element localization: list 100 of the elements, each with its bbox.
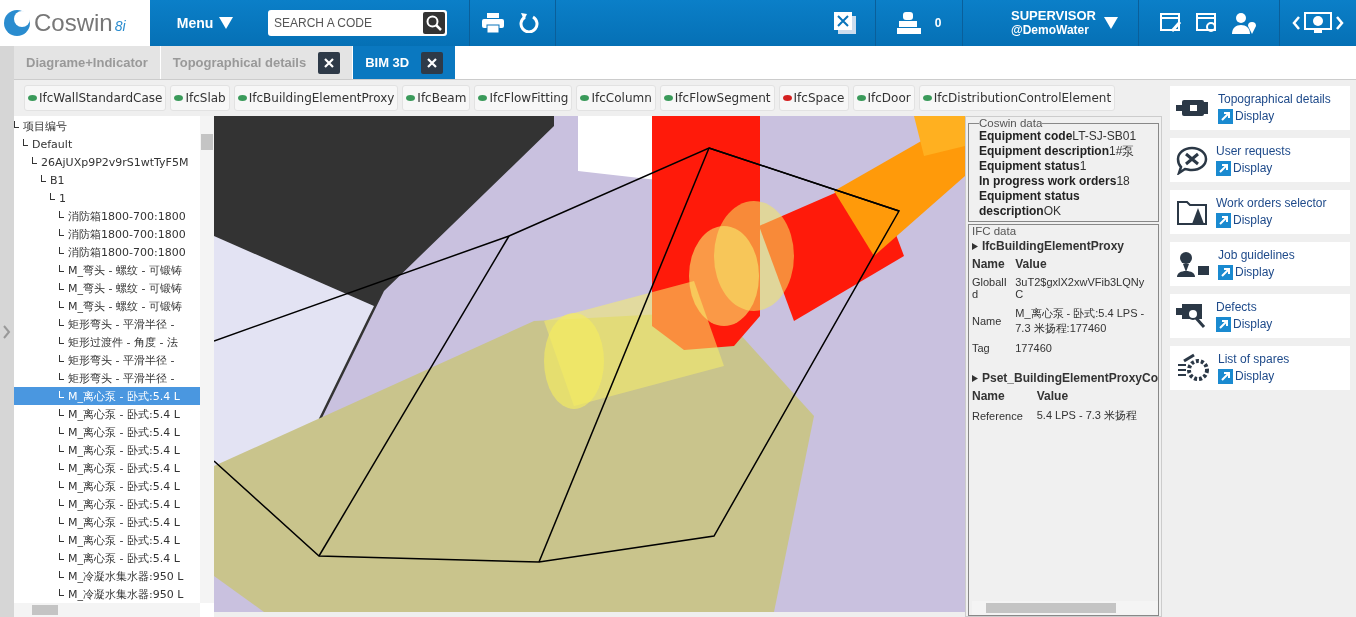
layer-filter-chip[interactable]: IfcBeam	[402, 85, 471, 111]
display-link[interactable]: Display	[1218, 264, 1295, 281]
tree-item[interactable]: M_离心泵 - 卧式:5.4 L	[14, 549, 200, 567]
tree-item[interactable]: M_弯头 - 螺纹 - 可锻铸	[14, 279, 200, 297]
filter-label: IfcDistributionControlElement	[933, 91, 1112, 105]
tree-item[interactable]: 矩形弯头 - 平滑半径 -	[14, 351, 200, 369]
user-menu[interactable]: SUPERVISOR @DemoWater	[963, 9, 1138, 37]
card-title: Job guidelines	[1218, 247, 1295, 264]
close-button[interactable]	[421, 51, 444, 74]
equipment-field: Equipment description1#泵	[979, 144, 1154, 159]
card-title: Topographical details	[1218, 91, 1331, 108]
tree-item[interactable]: M_离心泵 - 卧式:5.4 L	[14, 441, 200, 459]
filter-label: IfcColumn	[591, 91, 652, 105]
display-link[interactable]: Display	[1218, 108, 1331, 125]
display-link[interactable]: Display	[1216, 160, 1291, 177]
search-icon	[426, 15, 442, 31]
layer-filter-chip[interactable]: IfcFlowFitting	[474, 85, 573, 111]
property-value: 5.4 LPS - 7.3 米扬程	[1036, 408, 1138, 423]
vertical-scrollbar[interactable]	[200, 116, 214, 603]
external-link-icon	[1218, 109, 1233, 124]
layer-filter-chip[interactable]: IfcWallStandardCase	[24, 85, 167, 111]
tree-item[interactable]: M_离心泵 - 卧式:5.4 L	[14, 531, 200, 549]
tree-item[interactable]: M_弯头 - 螺纹 - 可锻铸	[14, 297, 200, 315]
menu-button[interactable]: Menu	[150, 0, 260, 46]
filter-label: IfcFlowFitting	[489, 91, 569, 105]
person-icon	[1176, 250, 1210, 278]
tree-item[interactable]: M_冷凝水集水器:950 L	[14, 567, 200, 585]
chevron-left-icon	[1292, 16, 1300, 30]
column-header: Name	[972, 387, 1037, 405]
spares-icon	[1176, 353, 1210, 383]
filter-label: IfcBuildingElementProxy	[248, 91, 395, 105]
refresh-icon	[519, 13, 539, 33]
close-icon	[427, 57, 438, 68]
tree-item[interactable]: M_离心泵 - 卧式:5.4 L	[14, 477, 200, 495]
filter-label: IfcSpace	[793, 91, 845, 105]
card-title: List of spares	[1218, 351, 1290, 368]
filter-label: IfcDoor	[867, 91, 911, 105]
property-name: Tag	[972, 341, 991, 356]
equipment-field: Equipment codeLT-SJ-SB01	[979, 129, 1154, 144]
layer-filter-chip[interactable]: IfcFlowSegment	[659, 85, 775, 111]
close-button[interactable]	[318, 51, 341, 74]
tree-item[interactable]: 项目编号	[14, 117, 200, 135]
layer-filter-chip[interactable]: IfcColumn	[576, 85, 656, 111]
folder-icon	[1176, 198, 1208, 226]
tree-item[interactable]: Default	[14, 135, 200, 153]
tree-item[interactable]: 消防箱1800-700:1800	[14, 207, 200, 225]
tree-item[interactable]: M_离心泵 - 卧式:5.4 L	[14, 513, 200, 531]
tree-item[interactable]: M_弯头 - 螺纹 - 可锻铸	[14, 261, 200, 279]
tree-item[interactable]: 消防箱1800-700:1800	[14, 225, 200, 243]
external-link-icon	[1216, 317, 1231, 332]
horizontal-scrollbar[interactable]	[14, 603, 200, 617]
layer-filter-chip[interactable]: IfcSlab	[170, 85, 230, 111]
expand-chevron-icon	[3, 324, 11, 339]
person-location-icon	[1232, 12, 1258, 34]
tree-item[interactable]: 消防箱1800-700:1800	[14, 243, 200, 261]
column-header: Value	[1015, 256, 1048, 273]
expand-triangle-icon[interactable]	[972, 242, 978, 250]
search-box[interactable]: SEARCH A CODE	[268, 10, 447, 36]
tree-item[interactable]: 1	[14, 189, 200, 207]
tree-item[interactable]: 矩形过渡件 - 角度 - 法	[14, 333, 200, 351]
stamp-icon	[896, 12, 921, 34]
layer-filter-chip[interactable]: IfcSpace	[778, 85, 849, 111]
horizontal-scrollbar[interactable]	[972, 601, 1158, 615]
column-header: Value	[1036, 388, 1070, 405]
search-button[interactable]	[423, 12, 445, 34]
caret-icon	[219, 17, 234, 29]
card-title: User requests	[1216, 143, 1291, 160]
close-icon	[324, 57, 335, 68]
tree-item[interactable]: M_离心泵 - 卧式:5.4 L	[14, 459, 200, 477]
external-link-icon	[1218, 369, 1233, 384]
monitor-icon	[1304, 12, 1332, 34]
tree-item[interactable]: B1	[14, 171, 200, 189]
property-value: 3uT2$gxlX2xwVFib3LQNyC	[1015, 275, 1146, 302]
expand-triangle-icon[interactable]	[972, 374, 978, 382]
card-title: Defects	[1216, 299, 1258, 316]
tree-item[interactable]: 矩形弯头 - 平滑半径 -	[14, 315, 200, 333]
layer-filter-chip[interactable]: IfcDoor	[852, 85, 915, 111]
logo-version: 8i	[114, 17, 126, 36]
caret-icon	[1104, 17, 1118, 29]
tab[interactable]: BIM 3D	[353, 46, 457, 79]
spreadsheet-icon	[834, 12, 856, 34]
tree-item[interactable]: 矩形弯头 - 平滑半径 -	[14, 369, 200, 387]
tree-item[interactable]: M_离心泵 - 卧式:5.4 L	[14, 405, 200, 423]
display-link[interactable]: Display	[1218, 368, 1290, 385]
property-set-title: IfcBuildingElementProxy	[982, 239, 1125, 253]
3d-model-viewport-drawing[interactable]	[214, 116, 965, 612]
chevron-right-icon	[1336, 16, 1344, 30]
card-title: Work orders selector	[1216, 195, 1327, 212]
layer-filter-chip[interactable]: IfcBuildingElementProxy	[233, 85, 399, 111]
filter-label: IfcWallStandardCase	[39, 91, 163, 105]
filter-label: IfcFlowSegment	[674, 91, 771, 105]
layer-filter-chip[interactable]: IfcDistributionControlElement	[918, 85, 1116, 111]
display-link[interactable]: Display	[1216, 316, 1273, 333]
tree-item[interactable]: M_离心泵 - 卧式:5.4 L	[14, 423, 200, 441]
wrench-icon	[1176, 145, 1208, 175]
display-link[interactable]: Display	[1216, 212, 1327, 229]
tree-item[interactable]: M_冷凝水集水器:950 L	[14, 585, 200, 603]
tree-item[interactable]: M_离心泵 - 卧式:5.4 L	[14, 495, 200, 513]
tree-item[interactable]: 26AjUXp9P2v9rS1wtTyF5M	[14, 153, 200, 171]
external-link-icon	[1216, 161, 1231, 176]
